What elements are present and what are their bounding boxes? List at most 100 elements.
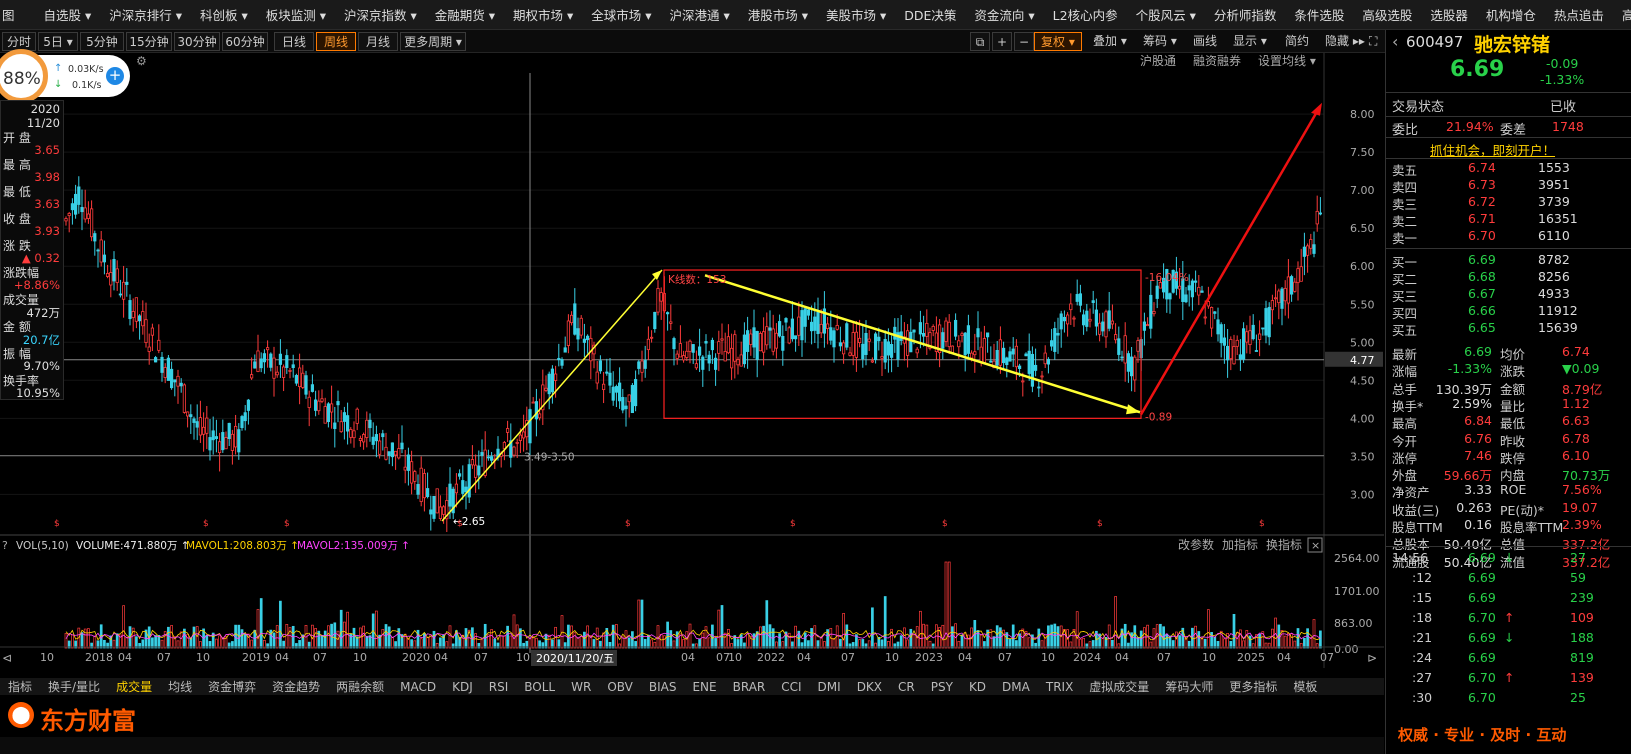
period-button-7[interactable]: 周线 <box>316 32 356 51</box>
menu-item-3[interactable]: 板块监测 ▾ <box>257 5 335 24</box>
indicator-tab-2[interactable]: 成交量 <box>108 680 160 694</box>
period-button-2[interactable]: 5分钟 <box>80 32 124 51</box>
period-button-5[interactable]: 60分钟 <box>222 32 268 51</box>
volume-tool-2[interactable]: 换指标 <box>1266 537 1302 552</box>
candle-body <box>304 375 308 395</box>
indicator-tab-4[interactable]: 资金博弈 <box>200 680 264 694</box>
kline-chart[interactable]: 沪股通 融资融券 设置均线 ▾ 8.00 7.50 7.00 6.50 6.00 5.50 5.0… <box>0 53 1384 668</box>
period-button-6[interactable]: 日线 <box>274 32 314 51</box>
candle-body <box>128 300 132 320</box>
toolbar-right-3[interactable]: 画线 <box>1186 32 1224 51</box>
period-button-3[interactable]: 15分钟 <box>126 32 172 51</box>
weicha-label: 委差 <box>1500 123 1527 138</box>
menu-item-14[interactable]: 个股风云 ▾ <box>1127 5 1205 24</box>
open-account-link[interactable]: 抓住机会，即刻开户！ <box>1430 140 1555 159</box>
volume-bar <box>391 636 394 649</box>
subtoolbar-1[interactable]: 融资融券 <box>1193 53 1241 68</box>
indicator-tab-26[interactable]: 更多指标 <box>1221 680 1285 694</box>
menu-item-12[interactable]: 资金流向 ▾ <box>965 5 1043 24</box>
time-axis-label: 10 <box>516 651 530 664</box>
high-value: 3.98 <box>34 170 60 184</box>
indicator-tab-5[interactable]: 资金趋势 <box>264 680 328 694</box>
candle-body <box>528 409 532 444</box>
indicator-tab-14[interactable]: ENE <box>684 680 724 694</box>
indicator-tab-22[interactable]: DMA <box>994 680 1038 694</box>
menu-item-18[interactable]: 选股器 <box>1421 5 1477 24</box>
period-button-9[interactable]: 更多周期 ▾ <box>400 32 466 51</box>
volume-bar <box>1239 629 1242 649</box>
menu-item-1[interactable]: 沪深京排行 ▾ <box>100 5 191 24</box>
indicator-tab-10[interactable]: BOLL <box>516 680 563 694</box>
period-button-4[interactable]: 30分钟 <box>174 32 220 51</box>
toolbar-right-1[interactable]: 叠加 ▾ <box>1086 32 1134 51</box>
menu-item-20[interactable]: 热点追击 <box>1545 5 1613 24</box>
menu-item-2[interactable]: 科创板 ▾ <box>191 5 257 24</box>
period-button-8[interactable]: 月线 <box>358 32 398 51</box>
candle-body <box>125 281 129 285</box>
indicator-tab-16[interactable]: CCI <box>773 680 809 694</box>
menu-item-0[interactable]: 自选股 ▾ <box>35 5 101 24</box>
volume-bar <box>423 633 426 649</box>
dividend-marker-icon: $ <box>625 519 631 529</box>
tick-volume: 139 <box>1570 670 1594 685</box>
subtoolbar-2[interactable]: 设置均线 ▾ <box>1258 54 1316 68</box>
menu-item-15[interactable]: 分析师指数 <box>1205 5 1286 24</box>
indicator-tab-24[interactable]: 虚拟成交量 <box>1081 680 1157 694</box>
subtoolbar-0[interactable]: 沪股通 <box>1140 54 1176 68</box>
indicator-tab-23[interactable]: TRIX <box>1038 680 1081 694</box>
indicator-tab-20[interactable]: PSY <box>923 680 961 694</box>
volume-bar <box>1283 635 1287 649</box>
indicator-tab-8[interactable]: KDJ <box>444 680 481 694</box>
back-chevron-icon[interactable]: ‹ <box>1392 32 1398 51</box>
copy-icon[interactable]: ⧉ <box>970 32 990 51</box>
indicator-tab-21[interactable]: KD <box>961 680 994 694</box>
menu-item-16[interactable]: 条件选股 <box>1285 5 1353 24</box>
indicator-tab-27[interactable]: 模板 <box>1285 680 1325 694</box>
fullscreen-icon[interactable]: ⛶ <box>1362 32 1384 51</box>
menu-item-7[interactable]: 全球市场 ▾ <box>582 5 660 24</box>
menu-item-6[interactable]: 期权市场 ▾ <box>504 5 582 24</box>
menu-item-21[interactable]: 高成长性 <box>1613 5 1631 24</box>
candle-body <box>464 486 468 493</box>
candle-body <box>954 319 958 337</box>
indicator-tab-11[interactable]: WR <box>563 680 599 694</box>
menu-item-left[interactable]: 图 <box>0 5 35 24</box>
indicator-tab-0[interactable]: 指标 <box>0 680 40 694</box>
menu-item-11[interactable]: DDE决策 <box>895 5 965 24</box>
scroll-right-icon[interactable]: ⊳ <box>1367 651 1377 665</box>
indicator-tab-6[interactable]: 两融余额 <box>328 680 392 694</box>
menu-item-13[interactable]: L2核心内参 <box>1044 5 1127 24</box>
indicator-tab-25[interactable]: 筹码大师 <box>1157 680 1221 694</box>
add-plus-icon[interactable]: + <box>106 67 124 85</box>
indicator-tab-1[interactable]: 换手/量比 <box>40 680 108 694</box>
toolbar-right-5[interactable]: 简约 <box>1278 32 1316 51</box>
indicator-tab-7[interactable]: MACD <box>392 680 444 694</box>
scroll-left-icon[interactable]: ⊲ <box>2 651 12 665</box>
volume-tool-0[interactable]: 改参数 <box>1178 537 1214 552</box>
toolbar-right-4[interactable]: 显示 ▾ <box>1226 32 1274 51</box>
toolbar-right-2[interactable]: 筹码 ▾ <box>1136 32 1184 51</box>
menu-item-17[interactable]: 高级选股 <box>1353 5 1421 24</box>
toolbar-right-0[interactable]: 复权 ▾ <box>1034 32 1082 51</box>
indicator-tab-17[interactable]: DMI <box>810 680 849 694</box>
volume-tool-1[interactable]: 加指标 <box>1222 537 1258 552</box>
indicator-tab-12[interactable]: OBV <box>599 680 641 694</box>
indicator-tab-19[interactable]: CR <box>890 680 923 694</box>
menu-item-5[interactable]: 金融期货 ▾ <box>426 5 504 24</box>
info-date: 11/20 <box>26 116 60 130</box>
zoom-in-icon[interactable]: + <box>992 32 1012 51</box>
indicator-tab-9[interactable]: RSI <box>481 680 517 694</box>
period-button-1[interactable]: 5日 ▾ <box>38 32 78 51</box>
menu-item-8[interactable]: 沪深港通 ▾ <box>661 5 739 24</box>
indicator-tab-15[interactable]: BRAR <box>725 680 774 694</box>
zoom-out-icon[interactable]: − <box>1014 32 1034 51</box>
indicator-tab-3[interactable]: 均线 <box>160 680 200 694</box>
candle-body <box>1283 287 1287 302</box>
menu-item-4[interactable]: 沪深京指数 ▾ <box>335 5 426 24</box>
indicator-tab-18[interactable]: DKX <box>849 680 890 694</box>
menu-item-10[interactable]: 美股市场 ▾ <box>817 5 895 24</box>
menu-item-9[interactable]: 港股市场 ▾ <box>739 5 817 24</box>
candle-body <box>595 371 599 384</box>
indicator-tab-13[interactable]: BIAS <box>641 680 685 694</box>
menu-item-19[interactable]: 机构增仓 <box>1477 5 1545 24</box>
